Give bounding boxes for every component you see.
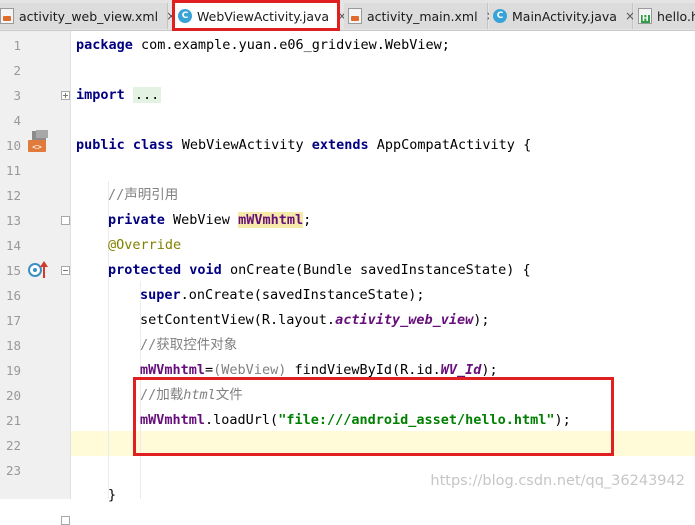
line-number: 3 [13, 88, 21, 103]
fold-marker-icon[interactable] [61, 516, 70, 525]
code-line-21: mWVmhtml.loadUrl("file:///android_asset/… [140, 412, 571, 428]
tab-activity-web-view-xml[interactable]: activity_web_view.xml × [0, 3, 176, 29]
code-line-15: protected void onCreate(Bundle savedInst… [108, 262, 531, 278]
code-line-16: super.onCreate(savedInstanceState); [140, 287, 425, 303]
line-number: 15 [5, 263, 21, 278]
svg-text:<>: <> [32, 143, 42, 152]
tab-label: hello.h [657, 8, 695, 24]
java-class-icon: C [493, 9, 507, 23]
code-line-1: package com.example.yuan.e06_gridview.We… [76, 37, 450, 53]
code-line-23: } [108, 487, 117, 503]
fold-expand-icon[interactable] [61, 91, 70, 100]
android-activity-icon[interactable]: <> [27, 129, 49, 153]
line-number-gutter: 1 2 3 4 10 11 12 13 14 15 16 17 18 19 20… [0, 31, 71, 525]
line-number: 11 [5, 163, 21, 178]
tab-webviewactivity-java[interactable]: C WebViewActivity.java × [174, 2, 347, 30]
code-line-14: @Override [108, 237, 182, 253]
line-number: 22 [5, 438, 21, 453]
tab-label: WebViewActivity.java [197, 8, 330, 24]
line-number: 19 [5, 363, 21, 378]
tab-activity-main-xml[interactable]: activity_main.xml × [344, 3, 496, 29]
tab-hello-html[interactable]: hello.h [634, 3, 695, 29]
current-line-highlight [71, 431, 695, 456]
code-line-13: private WebView mWVmhtml; [108, 212, 312, 228]
code-line-17: setContentView(R.layout.activity_web_vie… [140, 312, 490, 328]
line-number: 20 [5, 388, 21, 403]
xml-file-icon [348, 8, 362, 24]
line-number: 17 [5, 313, 21, 328]
code-line-3: import ... [76, 87, 162, 103]
tab-mainactivity-java[interactable]: C MainActivity.java × [489, 3, 635, 29]
line-number: 14 [5, 238, 21, 253]
watermark: https://blog.csdn.net/qq_36243942 [430, 473, 685, 489]
line-number: 21 [5, 413, 21, 428]
line-number: 13 [5, 213, 21, 228]
code-line-20: //加载html文件 [140, 387, 243, 403]
java-class-icon: C [178, 9, 192, 23]
code-editor[interactable]: package com.example.yuan.e06_gridview.We… [71, 31, 695, 503]
line-number: 16 [5, 288, 21, 303]
code-line-10: public class WebViewActivity extends App… [76, 137, 532, 153]
fold-collapse-icon[interactable] [61, 266, 70, 275]
line-number: 10 [5, 138, 21, 153]
line-number: 1 [13, 38, 21, 53]
tab-label: activity_main.xml [367, 8, 478, 24]
override-method-icon[interactable] [28, 260, 50, 280]
line-number: 23 [5, 463, 21, 478]
tab-label: MainActivity.java [512, 8, 617, 24]
xml-file-icon [0, 8, 14, 24]
line-number: 4 [13, 113, 21, 128]
editor-tab-bar: activity_web_view.xml × C WebViewActivit… [0, 0, 695, 31]
tab-label: activity_web_view.xml [19, 8, 159, 24]
code-line-19: mWVmhtml=(WebView) findViewById(R.id.WV_… [140, 362, 498, 378]
line-number: 18 [5, 338, 21, 353]
fold-marker-icon[interactable] [61, 216, 70, 225]
code-line-18: //获取控件对象 [140, 337, 238, 353]
folded-imports[interactable]: ... [132, 87, 162, 103]
line-number: 2 [13, 63, 21, 78]
code-line-12: //声明引用 [108, 187, 179, 203]
line-number: 12 [5, 188, 21, 203]
html-file-icon [638, 8, 652, 24]
